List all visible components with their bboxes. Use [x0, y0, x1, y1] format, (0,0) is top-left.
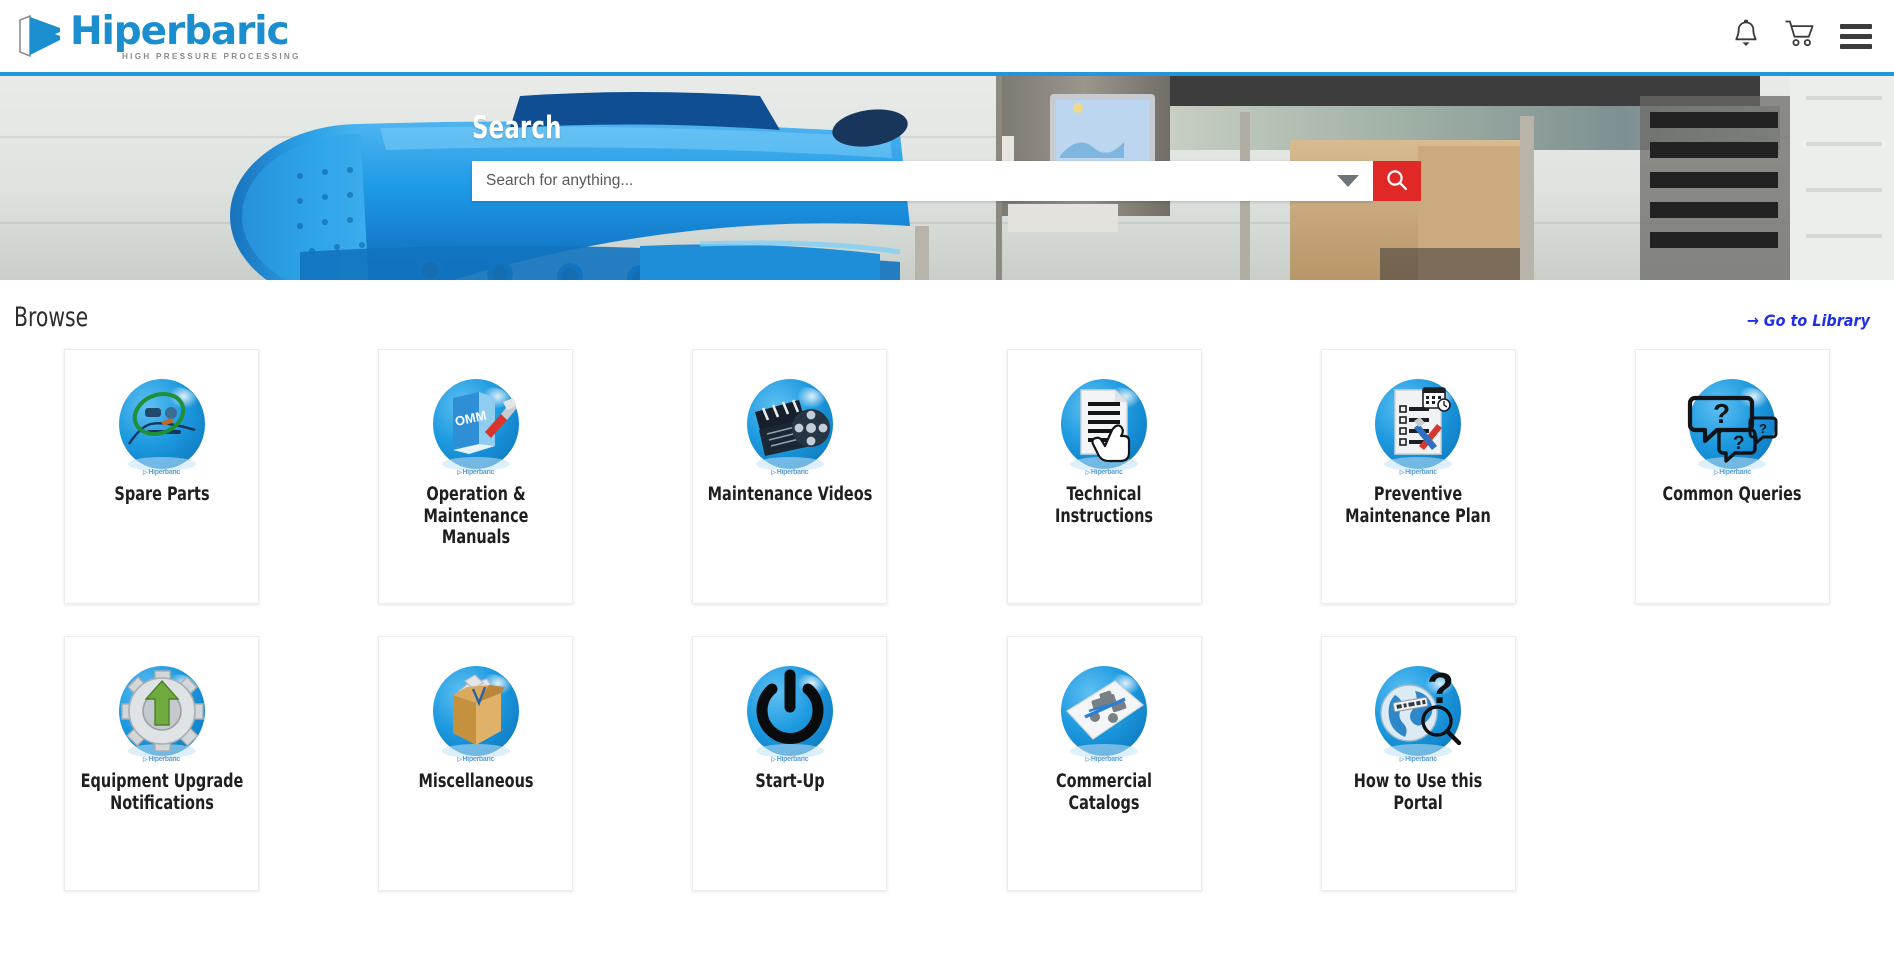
card-label: Technical Instructions [1055, 484, 1154, 527]
card-label: Equipment Upgrade Notifications [80, 771, 243, 814]
globe-question-icon: ? Hiperbaric [1365, 659, 1471, 765]
svg-text:?: ? [1713, 398, 1730, 429]
svg-text:?: ? [1733, 433, 1745, 454]
go-to-library-link[interactable]: → Go to Library [1747, 311, 1870, 330]
header-icon-group [1732, 19, 1872, 54]
card-label: Commercial Catalogs [1056, 771, 1153, 814]
card-label: Miscellaneous [418, 771, 534, 792]
spare-parts-icon: Hiperbaric [109, 372, 215, 478]
card-spare-parts[interactable]: Hiperbaric Spare Parts [64, 349, 259, 604]
card-watermark: Hiperbaric [1714, 469, 1751, 476]
search-icon [1385, 168, 1409, 195]
card-label: Start-Up [755, 771, 825, 792]
card-watermark: Hiperbaric [143, 756, 180, 763]
card-watermark: Hiperbaric [771, 756, 809, 763]
gear-up-arrow-icon: Hiperbaric [109, 659, 215, 765]
search-bar [472, 161, 1421, 201]
page-title: Browse [14, 302, 89, 333]
card-watermark: Hiperbaric [143, 469, 180, 476]
brand-name: Hiperbaric [70, 8, 290, 54]
card-watermark: Hiperbaric [457, 756, 495, 763]
card-operation-maintenance-manuals[interactable]: OMM Hiperbaric Operation & Maintenance M… [378, 349, 574, 604]
card-miscellaneous[interactable]: Hiperbaric Miscellaneous [378, 636, 574, 891]
card-technical-instructions[interactable]: Hiperbaric Technical Instructions [1006, 349, 1202, 604]
site-logo[interactable]: Hiperbaric HIGH PRESSURE PROCESSING [16, 12, 301, 61]
card-watermark: Hiperbaric [457, 469, 495, 476]
power-button-icon: Hiperbaric [737, 659, 843, 765]
search-submit-button[interactable] [1373, 161, 1421, 201]
card-label: Preventive Maintenance Plan [1345, 484, 1492, 527]
card-commercial-catalogs[interactable]: Hiperbaric Commercial Catalogs [1006, 636, 1202, 891]
card-equipment-upgrade-notifications[interactable]: Hiperbaric Equipment Upgrade Notificatio… [64, 636, 259, 891]
document-hand-icon: Hiperbaric [1051, 372, 1157, 478]
checklist-tools-icon: Hiperbaric [1365, 372, 1471, 478]
menu-hamburger-icon[interactable] [1840, 23, 1872, 49]
brand-tagline: HIGH PRESSURE PROCESSING [122, 51, 301, 61]
catalog-sheet-icon: Hiperbaric [1051, 659, 1157, 765]
card-label: Common Queries [1662, 484, 1802, 505]
browse-section-header: Browse → Go to Library [0, 280, 1894, 333]
search-input[interactable] [486, 172, 1337, 190]
card-label: How to Use this Portal [1354, 771, 1483, 814]
card-preventive-maintenance-plan[interactable]: Hiperbaric Preventive Maintenance Plan [1320, 349, 1516, 604]
card-maintenance-videos[interactable]: Hiperbaric Maintenance Videos [692, 349, 888, 604]
open-box-papers-icon: Hiperbaric [423, 659, 529, 765]
chevron-down-icon[interactable] [1337, 175, 1359, 187]
site-header: Hiperbaric HIGH PRESSURE PROCESSING [0, 0, 1894, 76]
card-watermark: Hiperbaric [1086, 469, 1123, 476]
card-label: Spare Parts [113, 484, 210, 505]
hero-banner: Search [0, 76, 1894, 280]
shopping-cart-icon[interactable] [1784, 19, 1816, 54]
clapperboard-film-icon: Hiperbaric [737, 372, 843, 478]
card-watermark: Hiperbaric [1400, 469, 1437, 476]
card-watermark: Hiperbaric [1400, 756, 1437, 763]
omm-manual-icon: OMM Hiperbaric [423, 372, 529, 478]
hero-title: Search [472, 110, 562, 146]
speech-bubbles-icon: ? ? ? Hiperbaric [1679, 372, 1785, 478]
card-label: Operation & Maintenance Manuals [423, 484, 529, 549]
card-common-queries[interactable]: ? ? ? Hiperbaric Common Queries [1634, 349, 1830, 604]
card-start-up[interactable]: Hiperbaric Start-Up [692, 636, 888, 891]
hiperbaric-logo-mark [16, 14, 68, 58]
card-watermark: Hiperbaric [1086, 756, 1123, 763]
card-label: Maintenance Videos [707, 484, 873, 505]
svg-text:?: ? [1759, 421, 1767, 436]
search-field[interactable] [472, 161, 1373, 201]
svg-text:?: ? [1427, 664, 1454, 713]
notifications-bell-icon[interactable] [1732, 19, 1760, 54]
browse-card-grid: Hiperbaric Spare Parts OMM Hiperbaric Op… [0, 349, 1894, 891]
card-how-to-use-this-portal[interactable]: ? Hiperbaric How to Use this Portal [1320, 636, 1516, 891]
card-watermark: Hiperbaric [771, 469, 809, 476]
